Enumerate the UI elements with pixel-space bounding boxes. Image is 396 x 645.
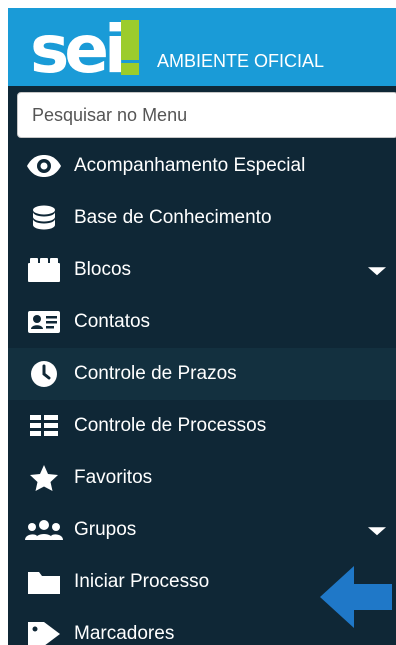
menu-item-acompanhamento-especial[interactable]: Acompanhamento Especial — [8, 140, 396, 192]
menu-item-label: Controle de Prazos — [74, 363, 237, 384]
menu-item-controle-de-prazos[interactable]: Controle de Prazos — [8, 348, 396, 400]
pointer-arrow-icon — [320, 566, 392, 628]
menu-item-label: Base de Conhecimento — [74, 207, 272, 228]
menu-item-label: Blocos — [74, 259, 132, 280]
list-grid-icon — [24, 412, 64, 440]
menu-item-label: Acompanhamento Especial — [74, 155, 306, 176]
sei-logo-letters: sei — [30, 14, 122, 82]
folder-icon — [24, 568, 64, 596]
menu-item-label: Contatos — [74, 311, 151, 332]
menu-item-base-de-conhecimento[interactable]: Base de Conhecimento — [8, 192, 396, 244]
app-header: sei AMBIENTE OFICIAL — [8, 8, 396, 88]
users-icon — [24, 516, 64, 544]
menu-item-label: Favoritos — [74, 467, 153, 488]
sei-logo[interactable]: sei — [30, 11, 150, 88]
eye-icon — [24, 152, 64, 180]
logo-exclamation-bar — [121, 20, 139, 60]
star-icon — [24, 464, 64, 492]
chevron-down-icon[interactable] — [368, 267, 386, 276]
blocks-icon — [24, 256, 64, 284]
menu-item-label: Iniciar Processo — [74, 571, 210, 592]
environment-label: AMBIENTE OFICIAL — [157, 51, 325, 71]
logo-exclamation-dot — [121, 63, 139, 75]
menu-item-controle-de-processos[interactable]: Controle de Processos — [8, 400, 396, 452]
menu-item-contatos[interactable]: Contatos — [8, 296, 396, 348]
chevron-down-icon[interactable] — [368, 527, 386, 536]
menu-item-blocos[interactable]: Blocos — [8, 244, 396, 296]
tag-icon — [24, 620, 64, 645]
menu-search-input[interactable] — [18, 93, 396, 137]
menu-item-label: Marcadores — [74, 623, 175, 644]
menu-search-box[interactable] — [17, 92, 396, 138]
menu-item-grupos[interactable]: Grupos — [8, 504, 396, 556]
menu-item-label: Grupos — [74, 519, 137, 540]
database-icon — [24, 204, 64, 232]
sei-logo-mark: sei — [30, 11, 139, 88]
menu-item-label: Controle de Processos — [74, 415, 267, 436]
clock-icon — [24, 360, 64, 388]
sei-sidebar-frame: sei AMBIENTE OFICIAL Acompanhamento Espe… — [8, 8, 396, 645]
menu-item-favoritos[interactable]: Favoritos — [8, 452, 396, 504]
contact-card-icon — [24, 308, 64, 336]
